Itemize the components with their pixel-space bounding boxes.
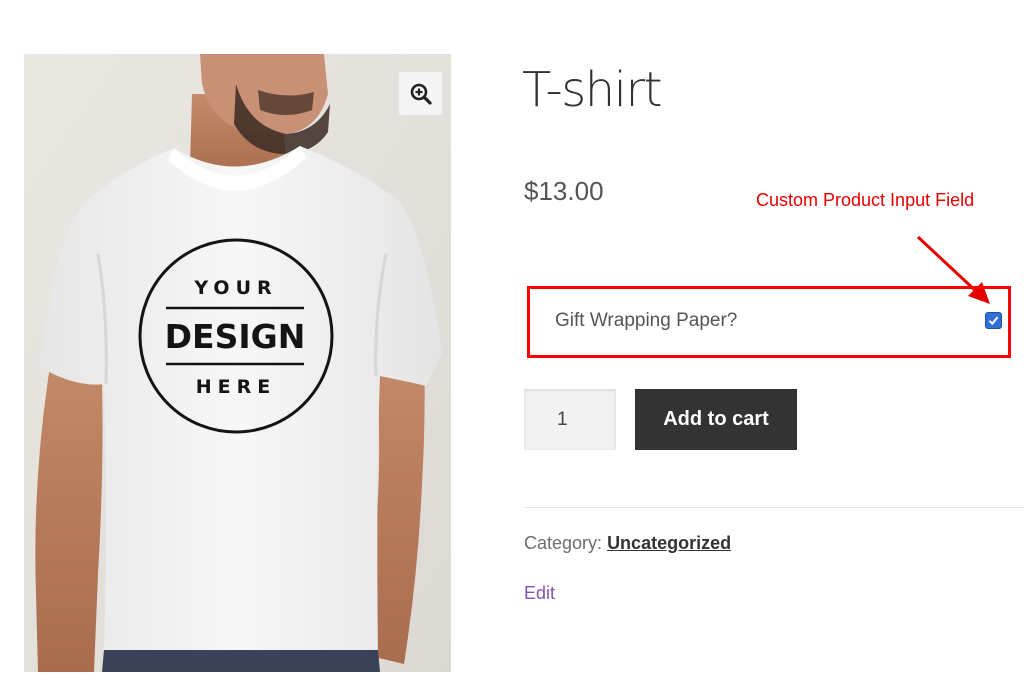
zoom-button[interactable] xyxy=(399,72,442,115)
print-text-here: HERE xyxy=(196,376,277,398)
product-image: YOUR DESIGN HERE xyxy=(24,54,451,672)
category-label: Category: xyxy=(524,533,603,553)
quantity-input[interactable]: 1 xyxy=(524,389,616,450)
divider xyxy=(524,507,1024,508)
gift-wrap-checkbox[interactable] xyxy=(985,312,1002,329)
annotation-label: Custom Product Input Field xyxy=(756,190,975,210)
category-link[interactable]: Uncategorized xyxy=(607,533,731,553)
zoom-in-icon xyxy=(410,83,432,105)
product-meta: Category: Uncategorized xyxy=(524,530,731,556)
print-text-design: DESIGN xyxy=(165,317,306,356)
add-to-cart-button[interactable]: Add to cart xyxy=(635,389,797,450)
gift-wrap-label: Gift Wrapping Paper? xyxy=(555,310,738,331)
edit-link[interactable]: Edit xyxy=(524,580,555,606)
print-text-your: YOUR xyxy=(193,277,277,299)
checkmark-icon xyxy=(988,316,999,326)
product-gallery[interactable]: YOUR DESIGN HERE xyxy=(24,54,451,672)
product-price: $13.00 xyxy=(524,176,604,206)
product-title: T-shirt xyxy=(522,62,663,118)
product-page: YOUR DESIGN HERE T-shirt $13.00 Custom P… xyxy=(0,0,1024,690)
